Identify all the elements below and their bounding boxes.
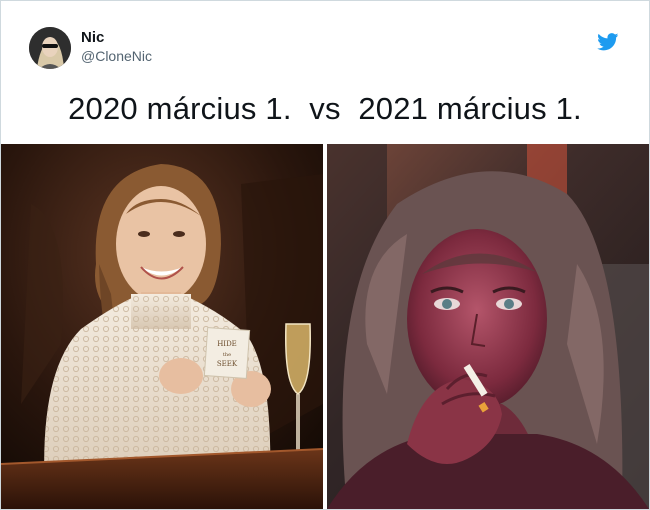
- card-text-line-1: HIDE: [217, 340, 237, 348]
- card-text-line-3: SEEK: [217, 360, 238, 368]
- tweet-card: Nic @CloneNic 2020 március 1. vs 2021 má…: [0, 0, 650, 510]
- twitter-bird-icon[interactable]: [597, 33, 619, 51]
- tweet-media[interactable]: HIDE the SEEK: [1, 144, 649, 509]
- author-handle[interactable]: @CloneNic: [81, 47, 152, 65]
- avatar[interactable]: [29, 27, 71, 69]
- tweet-text: 2020 március 1. vs 2021 március 1.: [68, 91, 582, 126]
- author-display-name[interactable]: Nic: [81, 29, 152, 47]
- author-block: Nic @CloneNic: [81, 29, 152, 65]
- card-text-line-2: the: [223, 352, 231, 358]
- media-image-left[interactable]: HIDE the SEEK: [1, 144, 323, 509]
- tweet-header: Nic @CloneNic: [1, 1, 649, 81]
- media-image-right[interactable]: [327, 144, 649, 509]
